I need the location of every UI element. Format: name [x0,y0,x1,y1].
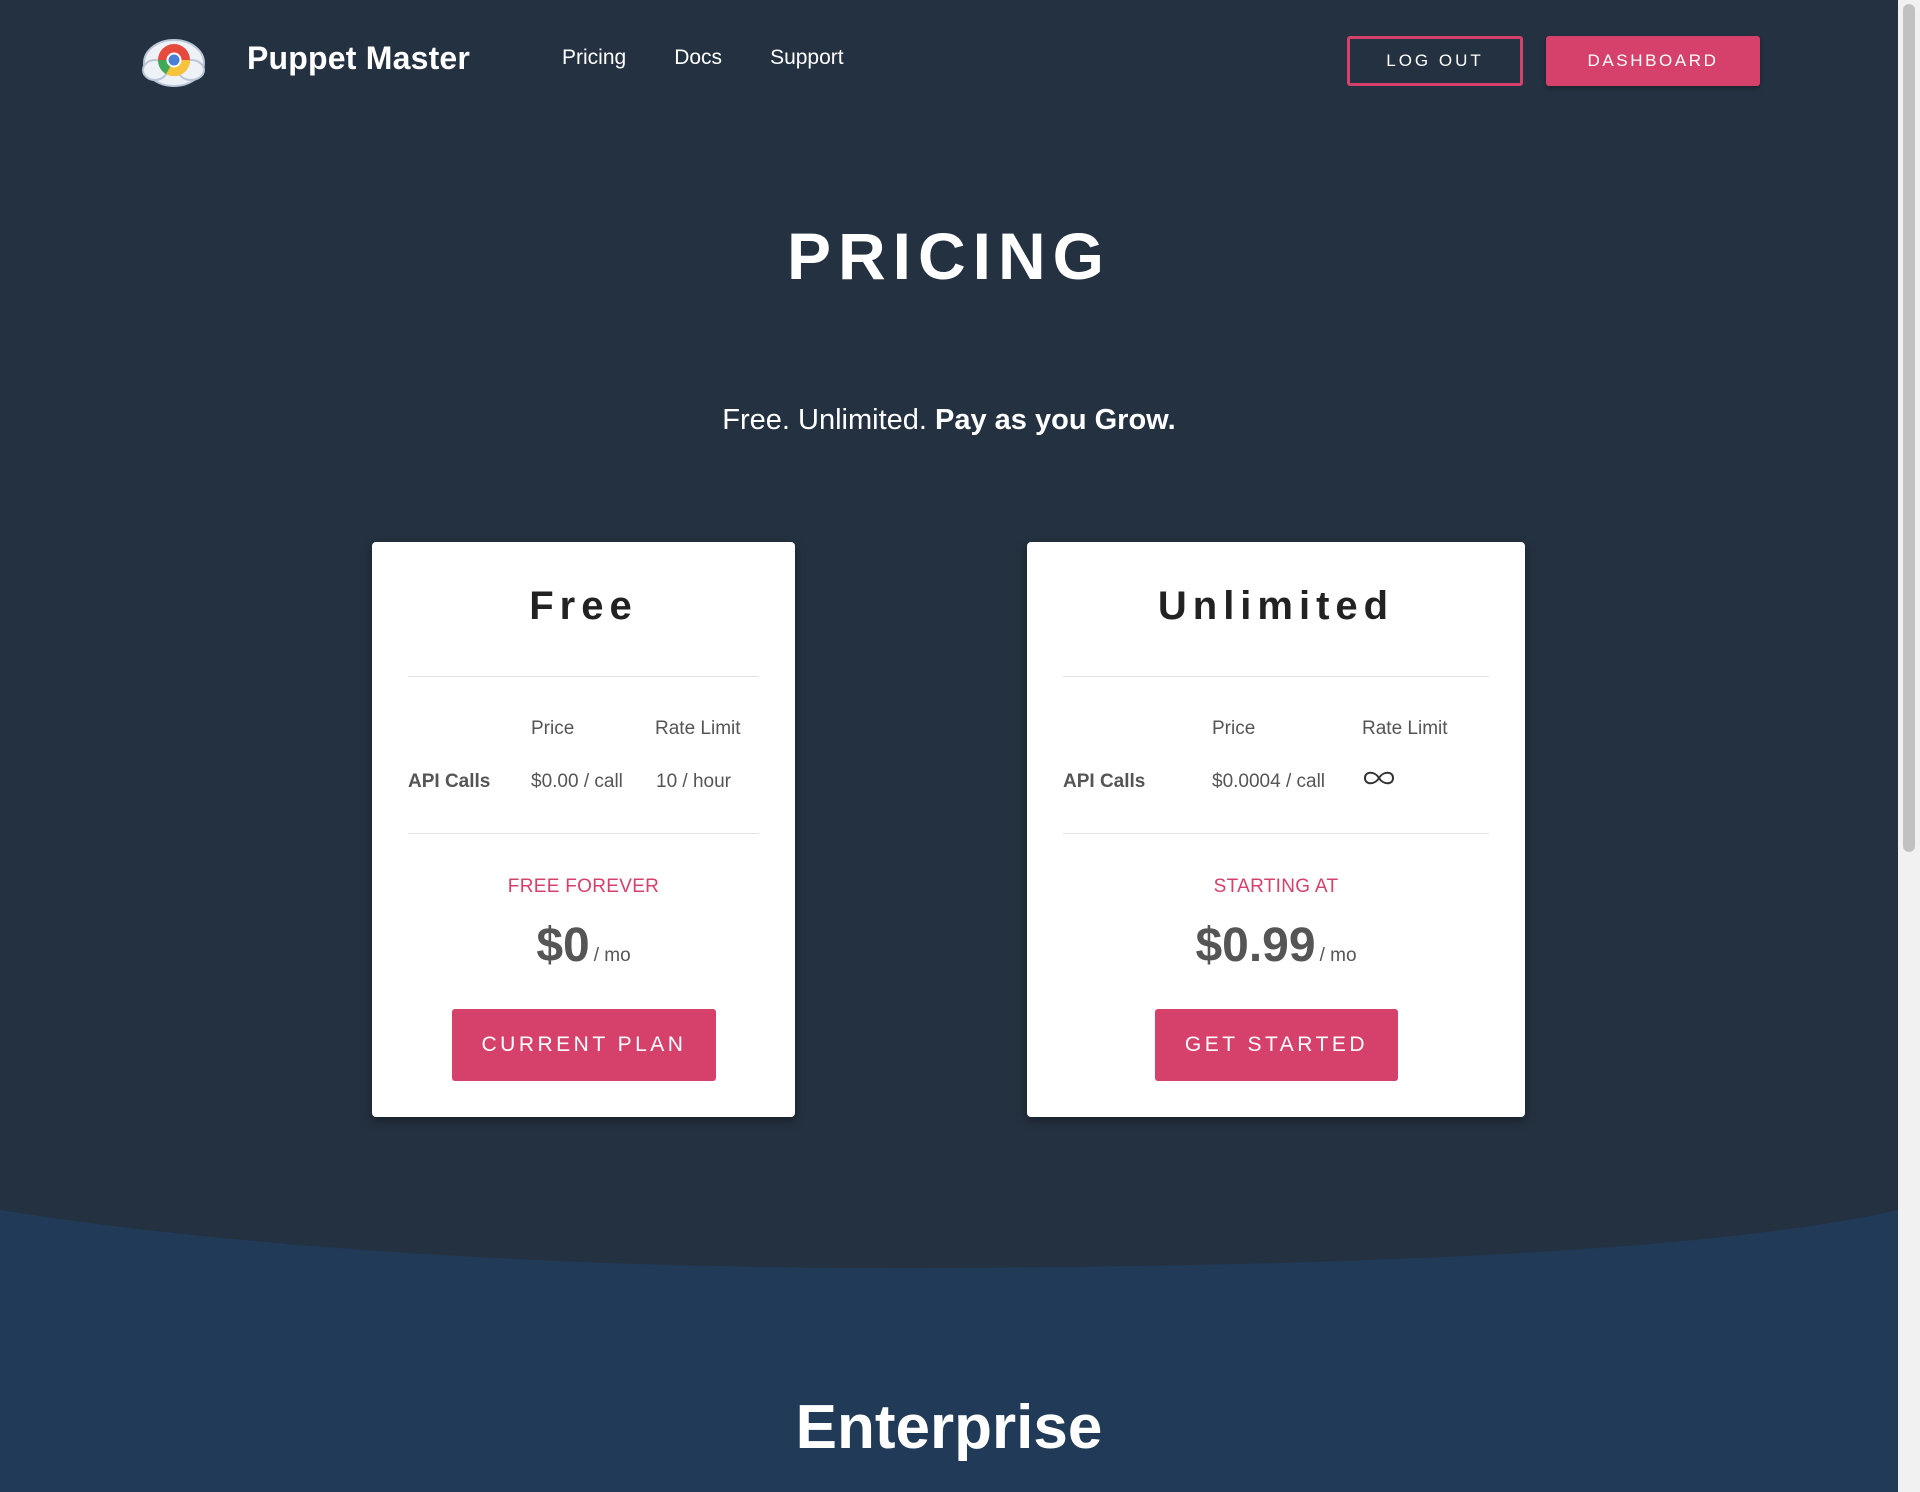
plan-card-unlimited: Unlimited Price Rate Limit API Calls $0.… [1027,542,1525,1117]
plan-eyebrow: FREE FOREVER [507,876,660,897]
main-nav: Pricing Docs Support [562,46,844,70]
plan-name: Free [529,584,638,628]
price-amount: $0 [536,919,590,972]
infinity-icon [1363,771,1395,785]
page-title: PRICING [786,219,1112,293]
tagline-bold: Pay as you Grow. [935,404,1176,436]
divider [1063,833,1489,834]
tagline-plain: Free. Unlimited. [722,404,936,436]
nav-docs[interactable]: Docs [674,46,722,70]
col-header-price: Price [1212,718,1256,739]
row-label-api-calls: API Calls [1063,771,1146,792]
price-period: / mo [593,945,631,966]
plan-eyebrow: STARTING AT [1213,876,1339,897]
header: Puppet Master Pricing Docs Support LOG O… [0,0,1898,120]
current-plan-button[interactable]: CURRENT PLAN [452,1009,716,1081]
plan-name: Unlimited [1157,584,1395,628]
price-per-call: $0.00 / call [531,771,623,792]
plan-price: $0.99/ mo [1027,918,1525,973]
price-amount: $0.99 [1195,919,1316,972]
divider [408,833,759,834]
brand-name[interactable]: Puppet Master [247,40,470,77]
page: Puppet Master Pricing Docs Support LOG O… [0,0,1898,1492]
divider [408,676,759,677]
rate-limit-value: 10 / hour [656,771,731,792]
puppet-master-logo-icon[interactable] [141,30,207,90]
price-period: / mo [1319,945,1357,966]
col-header-rate-limit: Rate Limit [1362,718,1448,739]
col-header-price: Price [531,718,575,739]
enterprise-heading: Enterprise [795,1393,1103,1462]
plan-card-free: Free Price Rate Limit API Calls $0.00 / … [372,542,795,1117]
logout-button[interactable]: LOG OUT [1347,36,1523,86]
get-started-button[interactable]: GET STARTED [1155,1009,1398,1081]
divider [1063,676,1489,677]
price-per-call: $0.0004 / call [1212,771,1326,792]
col-header-rate-limit: Rate Limit [655,718,741,739]
scrollbar-thumb[interactable] [1903,4,1915,852]
nav-pricing[interactable]: Pricing [562,46,626,70]
nav-support[interactable]: Support [770,46,844,70]
row-label-api-calls: API Calls [408,771,491,792]
dashboard-button[interactable]: DASHBOARD [1546,36,1760,86]
tagline: Free. Unlimited. Pay as you Grow. [0,404,1898,437]
plan-price: $0/ mo [372,918,795,973]
